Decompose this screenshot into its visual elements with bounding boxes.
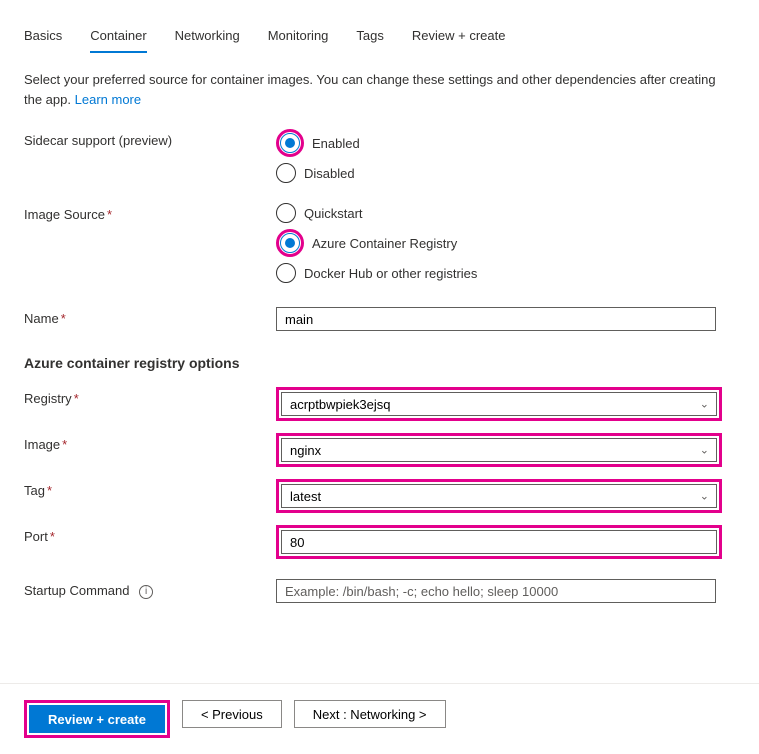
port-input[interactable]: [281, 530, 717, 554]
acr-options-heading: Azure container registry options: [24, 355, 735, 371]
info-icon[interactable]: i: [139, 585, 153, 599]
port-label: Port*: [24, 525, 276, 544]
review-create-button[interactable]: Review + create: [29, 705, 165, 733]
learn-more-link[interactable]: Learn more: [75, 92, 141, 107]
tab-monitoring[interactable]: Monitoring: [268, 20, 329, 53]
tag-label: Tag*: [24, 479, 276, 498]
footer-bar: Review + create < Previous Next : Networ…: [0, 683, 759, 754]
name-input[interactable]: [276, 307, 716, 331]
tab-review[interactable]: Review + create: [412, 20, 506, 53]
next-button[interactable]: Next : Networking >: [294, 700, 446, 728]
tab-networking[interactable]: Networking: [175, 20, 240, 53]
image-source-quickstart-radio[interactable]: Quickstart: [276, 203, 735, 223]
tab-container[interactable]: Container: [90, 20, 146, 53]
acr-label: Azure Container Registry: [312, 236, 457, 251]
image-label: Image*: [24, 433, 276, 452]
image-source-acr-radio[interactable]: Azure Container Registry: [276, 229, 735, 257]
image-source-radio-group: Quickstart Azure Container Registry Dock…: [276, 203, 735, 283]
registry-label: Registry*: [24, 387, 276, 406]
startup-label: Startup Command i: [24, 579, 276, 599]
tag-select[interactable]: [281, 484, 717, 508]
tab-tags[interactable]: Tags: [356, 20, 383, 53]
description-text: Select your preferred source for contain…: [24, 70, 735, 109]
sidecar-enabled-label: Enabled: [312, 136, 360, 151]
sidecar-enabled-radio[interactable]: Enabled: [276, 129, 735, 157]
image-source-docker-radio[interactable]: Docker Hub or other registries: [276, 263, 735, 283]
form-content: Select your preferred source for contain…: [0, 54, 759, 643]
image-source-label: Image Source*: [24, 203, 276, 222]
tab-bar: Basics Container Networking Monitoring T…: [0, 0, 759, 54]
sidecar-radio-group: Enabled Disabled: [276, 129, 735, 183]
sidecar-disabled-radio[interactable]: Disabled: [276, 163, 735, 183]
tab-basics[interactable]: Basics: [24, 20, 62, 53]
registry-select[interactable]: [281, 392, 717, 416]
quickstart-label: Quickstart: [304, 206, 363, 221]
name-label: Name*: [24, 307, 276, 326]
sidecar-label: Sidecar support (preview): [24, 129, 276, 148]
sidecar-disabled-label: Disabled: [304, 166, 355, 181]
image-select[interactable]: [281, 438, 717, 462]
previous-button[interactable]: < Previous: [182, 700, 282, 728]
docker-label: Docker Hub or other registries: [304, 266, 477, 281]
startup-input[interactable]: [276, 579, 716, 603]
